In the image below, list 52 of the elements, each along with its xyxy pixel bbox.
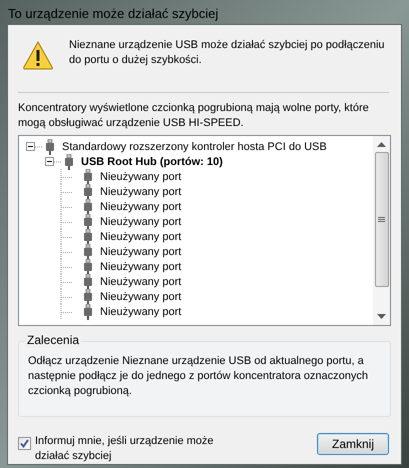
tree-connector	[58, 288, 73, 304]
tree-item[interactable]: Nieużywany port	[100, 200, 182, 214]
checkbox-label: Informuj mnie, jeśli urządzenie może działać szybciej	[35, 434, 215, 464]
tree-item[interactable]: Nieużywany port	[100, 170, 182, 184]
tree-connector	[58, 198, 73, 214]
collapse-icon[interactable]	[45, 157, 54, 166]
tree-item[interactable]: Nieużywany port	[100, 230, 182, 244]
tree-item[interactable]: Nieużywany port	[100, 244, 182, 258]
recommendation-text: Odłącz urządzenie Nieznane urządzenie USB od aktualnego portu, a następnie podłącz je do jednego z portów koncentratora oznaczonych czcionką pogrubioną.	[28, 354, 370, 399]
tree-item[interactable]: Nieużywany port	[100, 184, 182, 198]
usb-plug-icon	[83, 258, 93, 274]
tree-item[interactable]: Nieużywany port	[100, 304, 182, 318]
window-title: To urządzenie może działać szybciej	[7, 5, 218, 23]
usb-plug-icon	[83, 274, 93, 290]
tree-item[interactable]: Nieużywany port	[100, 214, 182, 228]
tree-connector	[58, 304, 73, 320]
usb-plug-icon	[83, 304, 93, 320]
tree-item[interactable]: Nieużywany port	[100, 260, 182, 274]
tree-connector	[58, 244, 73, 260]
usb-plug-icon	[64, 154, 74, 170]
usb-plug-icon	[45, 138, 55, 154]
tree-connector	[54, 160, 62, 162]
group-title: Zalecenia	[25, 333, 82, 348]
usb-plug-icon	[83, 168, 93, 184]
usb-plug-icon	[83, 184, 93, 200]
notify-checkbox[interactable]	[18, 437, 31, 450]
usb-plug-icon	[83, 214, 93, 230]
tree-item[interactable]: Standardowy rozszerzony kontroler hosta PCI do USB	[62, 140, 327, 154]
tree-connector	[58, 184, 73, 200]
tree-description: Koncentratory wyświetlone czcionką pogrubioną mają wolne porty, które mogą obsługiwać urządzenie USB HI-SPEED.	[18, 101, 370, 131]
scroll-down-icon[interactable]	[377, 314, 386, 319]
tree-connector	[58, 274, 73, 290]
tree-connector	[58, 228, 73, 244]
warning-icon	[22, 40, 54, 70]
collapse-icon[interactable]	[26, 142, 35, 151]
scroll-thumb[interactable]	[374, 152, 388, 287]
scroll-up-icon[interactable]	[377, 142, 386, 147]
usb-plug-icon	[83, 228, 93, 244]
usb-plug-icon	[83, 288, 93, 304]
tree-item[interactable]: Nieużywany port	[100, 290, 182, 304]
tree-connector	[58, 214, 73, 230]
tree-connector	[58, 258, 73, 274]
warning-message: Nieznane urządzenie USB może działać szybciej po podłączeniu do portu o dużej szybkości.	[69, 38, 386, 68]
tree-item[interactable]: Nieużywany port	[100, 274, 182, 288]
usb-plug-icon	[83, 198, 93, 214]
tree-connector	[35, 146, 43, 148]
tree-connector	[58, 168, 73, 184]
tree-item[interactable]: USB Root Hub (portów: 10)	[81, 154, 223, 168]
usb-plug-icon	[83, 244, 93, 260]
grip-icon	[378, 216, 385, 222]
scrollbar[interactable]	[373, 136, 390, 325]
close-button[interactable]: Zamknij	[317, 433, 389, 455]
